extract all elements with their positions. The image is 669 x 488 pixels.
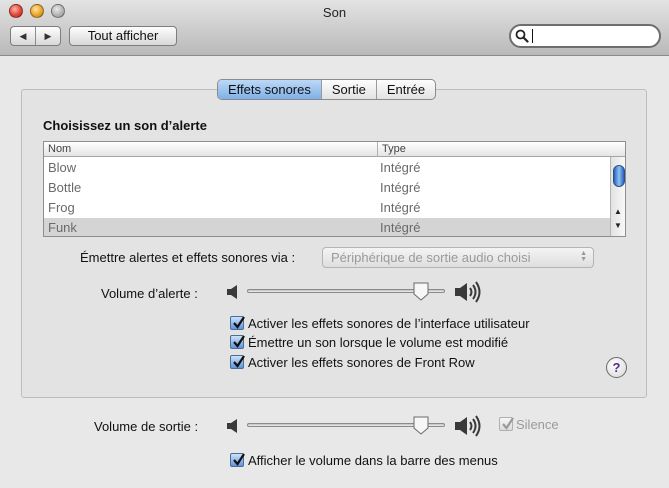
volume-feedback-label[interactable]: Émettre un son lorsque le volume est mod… xyxy=(248,335,508,350)
output-device-popup[interactable]: Périphérique de sortie audio choisi ▲ ▼ xyxy=(322,247,594,268)
speaker-high-icon[interactable] xyxy=(454,280,484,304)
speaker-low-icon[interactable] xyxy=(226,418,240,434)
row-type: Intégré xyxy=(380,160,421,175)
back-button[interactable]: ◀ xyxy=(11,27,35,45)
alert-volume-slider-knob[interactable] xyxy=(413,282,429,301)
ui-sound-effects-checkbox[interactable] xyxy=(230,316,245,330)
table-scrollbar[interactable]: ▲ ▼ xyxy=(610,157,625,236)
output-volume-label: Volume de sortie : xyxy=(94,419,199,434)
tab-bar: Effets sonores Sortie Entrée xyxy=(217,79,437,100)
text-cursor xyxy=(532,29,533,43)
speaker-low-icon[interactable] xyxy=(226,284,240,300)
play-via-label: Émettre alertes et effets sonores via : xyxy=(80,250,296,265)
scroll-down-arrow-icon[interactable]: ▼ xyxy=(614,221,622,230)
alert-sound-heading: Choisissez un son d’alerte xyxy=(43,118,207,133)
checkmark-icon xyxy=(233,335,245,348)
navigation-buttons: ◀ ▶ xyxy=(10,26,61,46)
scrollbar-thumb[interactable] xyxy=(613,165,625,187)
scroll-up-arrow-icon[interactable]: ▲ xyxy=(614,207,622,216)
window-title: Son xyxy=(322,5,347,20)
volume-feedback-checkbox[interactable] xyxy=(230,335,245,349)
window-toolbar: Son ◀ ▶ Tout afficher xyxy=(0,0,669,56)
search-icon xyxy=(515,29,529,43)
table-header: Nom Type xyxy=(44,142,625,157)
show-volume-in-menu-bar-checkbox[interactable] xyxy=(230,453,245,467)
output-volume-slider-knob[interactable] xyxy=(413,416,429,435)
forward-button[interactable]: ▶ xyxy=(35,27,60,45)
alert-sound-table: Nom Type Blow Intégré Bottle Intégré Fro… xyxy=(43,141,626,237)
search-field[interactable] xyxy=(509,24,661,48)
row-name: Blow xyxy=(48,160,77,175)
tab-sortie[interactable]: Sortie xyxy=(320,80,376,99)
help-button[interactable]: ? xyxy=(606,357,627,378)
row-type: Intégré xyxy=(380,220,421,235)
output-device-value: Périphérique de sortie audio choisi xyxy=(331,250,531,265)
effects-panel xyxy=(21,89,647,398)
search-input[interactable] xyxy=(531,28,651,44)
speaker-high-icon[interactable] xyxy=(454,414,484,438)
front-row-effects-checkbox[interactable] xyxy=(230,355,245,369)
table-row[interactable]: Blow Intégré xyxy=(44,158,610,178)
mute-label[interactable]: Silence xyxy=(516,417,559,432)
row-type: Intégré xyxy=(380,200,421,215)
mute-checkbox[interactable] xyxy=(499,417,514,431)
checkmark-icon xyxy=(233,453,245,466)
tab-entree[interactable]: Entrée xyxy=(375,80,435,99)
table-row-selected[interactable]: Funk Intégré xyxy=(44,218,610,236)
row-name: Frog xyxy=(48,200,75,215)
popup-arrows-icon: ▲ ▼ xyxy=(580,250,587,263)
tab-effets-sonores[interactable]: Effets sonores xyxy=(218,80,321,99)
table-row[interactable]: Frog Intégré xyxy=(44,198,610,218)
alert-volume-label: Volume d’alerte : xyxy=(101,286,198,301)
checkmark-icon xyxy=(233,316,245,329)
front-row-effects-label[interactable]: Activer les effets sonores de Front Row xyxy=(248,355,475,370)
checkmark-icon xyxy=(502,417,514,430)
show-volume-in-menu-bar-label[interactable]: Afficher le volume dans la barre des men… xyxy=(248,453,498,468)
show-all-button[interactable]: Tout afficher xyxy=(69,26,177,46)
column-header-name[interactable]: Nom xyxy=(48,143,71,155)
checkmark-icon xyxy=(233,355,245,368)
back-arrow-icon: ◀ xyxy=(19,30,27,41)
column-header-type[interactable]: Type xyxy=(382,143,406,155)
ui-sound-effects-label[interactable]: Activer les effets sonores de l’interfac… xyxy=(248,316,530,331)
table-row[interactable]: Bottle Intégré xyxy=(44,178,610,198)
column-divider xyxy=(377,142,378,157)
forward-arrow-icon: ▶ xyxy=(44,30,52,41)
row-name: Funk xyxy=(48,220,77,235)
row-name: Bottle xyxy=(48,180,82,195)
row-type: Intégré xyxy=(380,180,421,195)
